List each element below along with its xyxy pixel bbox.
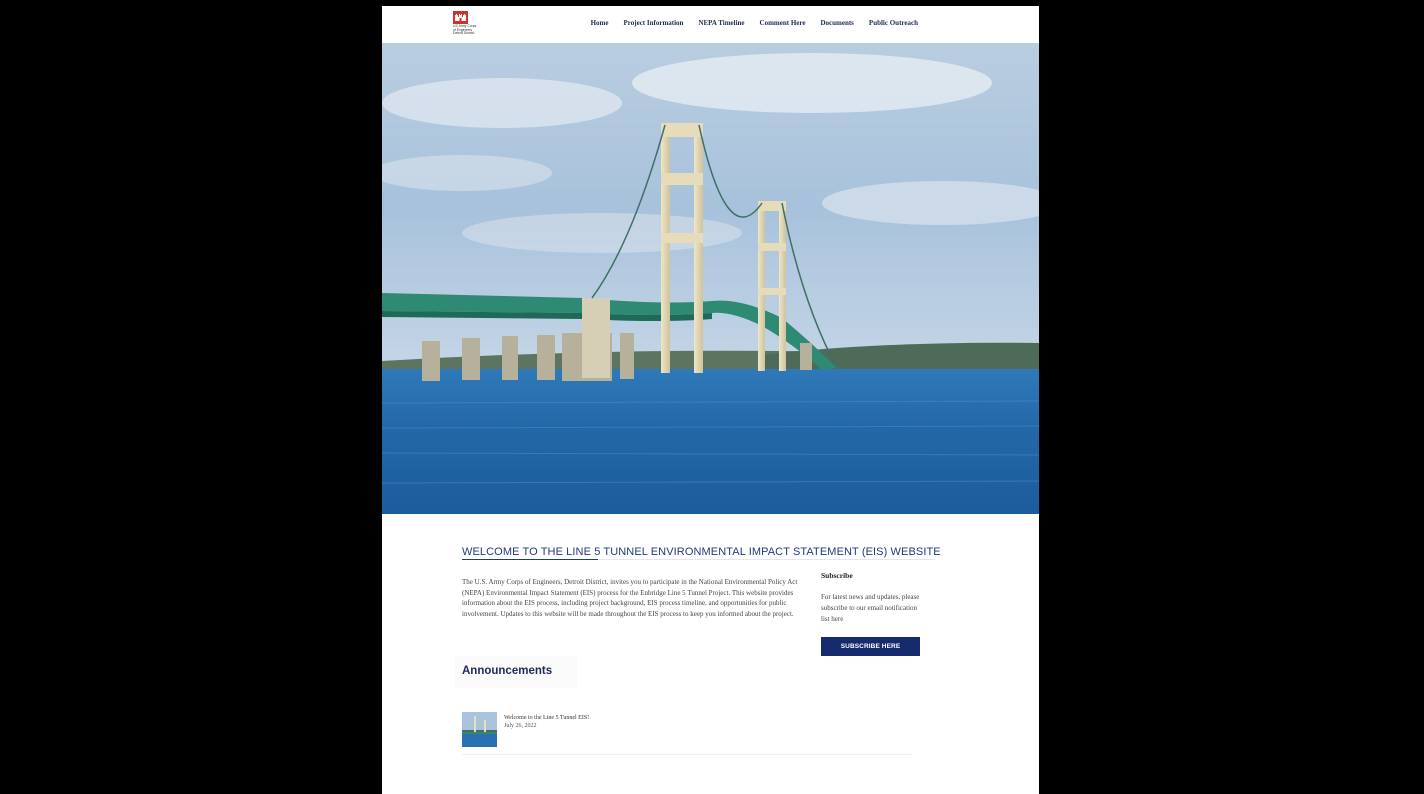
nav-home[interactable]: Home [591,19,609,27]
subscribe-title: Subscribe [821,571,853,580]
nav-documents[interactable]: Documents [820,19,853,27]
heading-divider [598,559,935,560]
intro-paragraph: The U.S. Army Corps of Engineers, Detroi… [462,578,798,618]
castle-icon [453,11,468,24]
usace-logo[interactable]: US Army Corps of Engineers Detroit Distr… [453,11,493,39]
announcement-item-title[interactable]: Welcome to the Line 5 Tunnel EIS! [504,715,589,721]
site-header: US Army Corps of Engineers Detroit Distr… [382,6,1039,44]
web-page: US Army Corps of Engineers Detroit Distr… [382,6,1039,794]
hero-image [382,43,1039,514]
main-nav: Home Project Information NEPA Timeline C… [591,19,918,27]
announcement-thumbnail[interactable] [462,712,497,747]
subscribe-text: For latest news and updates, please subs… [821,593,920,623]
nav-nepa-timeline[interactable]: NEPA Timeline [698,19,744,27]
heading-underline [462,559,598,560]
welcome-heading: WELCOME TO THE LINE 5 TUNNEL ENVIRONMENT… [462,546,941,558]
bridge-thumbnail [462,712,497,747]
announcement-item-date: July 26, 2022 [504,723,537,729]
subscribe-button[interactable]: SUBSCRIBE HERE [821,637,920,656]
nav-comment-here[interactable]: Comment Here [760,19,806,27]
nav-public-outreach[interactable]: Public Outreach [869,19,918,27]
announcement-divider [462,754,912,755]
letterbox-left [0,0,382,794]
mackinac-bridge-photo [382,43,1039,514]
logo-text: US Army Corps of Engineers Detroit Distr… [453,24,477,36]
announcements-title: Announcements [462,665,553,677]
nav-project-information[interactable]: Project Information [624,19,684,27]
letterbox-right [1039,0,1424,794]
